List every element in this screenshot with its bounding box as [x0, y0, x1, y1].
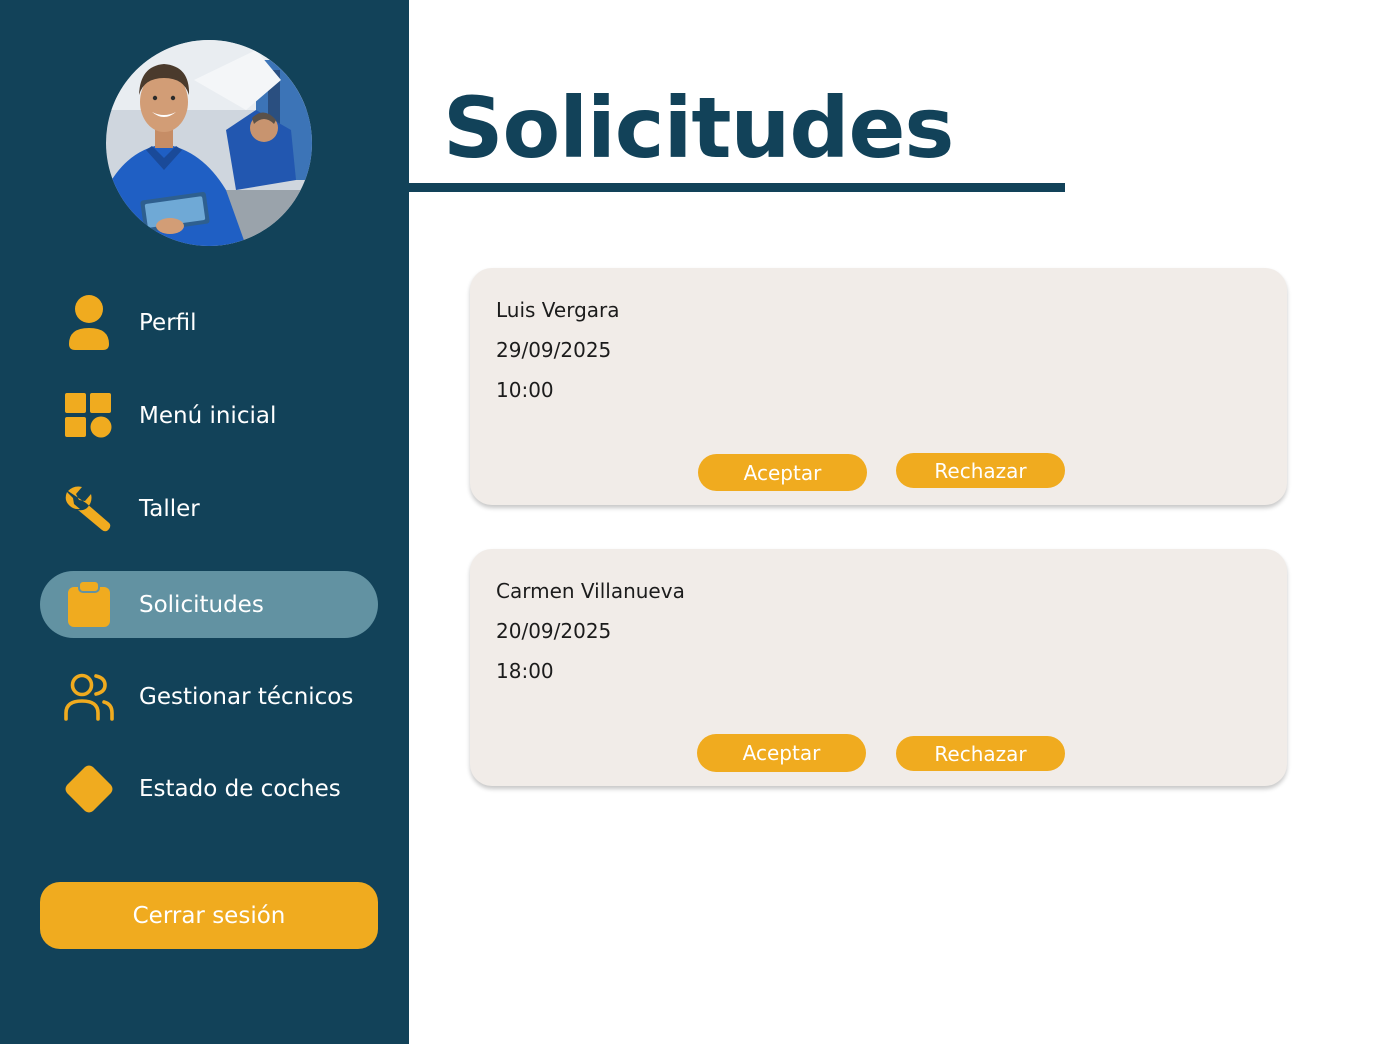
accept-button[interactable]: Aceptar — [698, 454, 867, 491]
sidebar-item-perfil[interactable]: Perfil — [40, 289, 378, 356]
reject-button[interactable]: Rechazar — [896, 453, 1065, 488]
avatar[interactable] — [106, 40, 312, 246]
request-date: 20/09/2025 — [496, 619, 612, 643]
request-card: Carmen Villanueva 20/09/2025 18:00 Acept… — [470, 549, 1287, 786]
sidebar-item-estado-coches[interactable]: Estado de coches — [40, 755, 378, 822]
request-date: 29/09/2025 — [496, 338, 612, 362]
sidebar-item-solicitudes[interactable]: Solicitudes — [40, 571, 378, 638]
sidebar-item-label: Menú inicial — [139, 402, 277, 429]
grid-icon — [62, 387, 116, 445]
diamond-icon — [62, 760, 116, 818]
accept-button[interactable]: Aceptar — [697, 734, 866, 772]
sidebar-item-label: Estado de coches — [139, 775, 341, 802]
sidebar-item-label: Gestionar técnicos — [139, 683, 354, 710]
sidebar: Perfil Menú inicial Taller Solicitudes G… — [0, 0, 409, 1044]
sidebar-item-label: Solicitudes — [139, 591, 264, 618]
request-card: Luis Vergara 29/09/2025 10:00 Aceptar Re… — [470, 268, 1287, 505]
request-time: 10:00 — [496, 378, 554, 402]
mechanic-photo — [106, 40, 312, 246]
users-icon — [62, 668, 116, 726]
reject-button[interactable]: Rechazar — [896, 736, 1065, 771]
request-time: 18:00 — [496, 659, 554, 683]
sidebar-item-gestionar-tecnicos[interactable]: Gestionar técnicos — [40, 663, 378, 730]
sidebar-item-menu-inicial[interactable]: Menú inicial — [40, 382, 378, 449]
request-client-name: Carmen Villanueva — [496, 579, 685, 603]
request-client-name: Luis Vergara — [496, 298, 620, 322]
sidebar-item-label: Taller — [139, 495, 200, 522]
page-title: Solicitudes — [443, 79, 954, 177]
clipboard-icon — [62, 576, 116, 634]
sidebar-item-taller[interactable]: Taller — [40, 475, 378, 542]
sidebar-item-label: Perfil — [139, 309, 197, 336]
wrench-icon — [62, 480, 116, 538]
title-underline — [409, 183, 1065, 192]
user-icon — [62, 294, 116, 352]
logout-button[interactable]: Cerrar sesión — [40, 882, 378, 949]
